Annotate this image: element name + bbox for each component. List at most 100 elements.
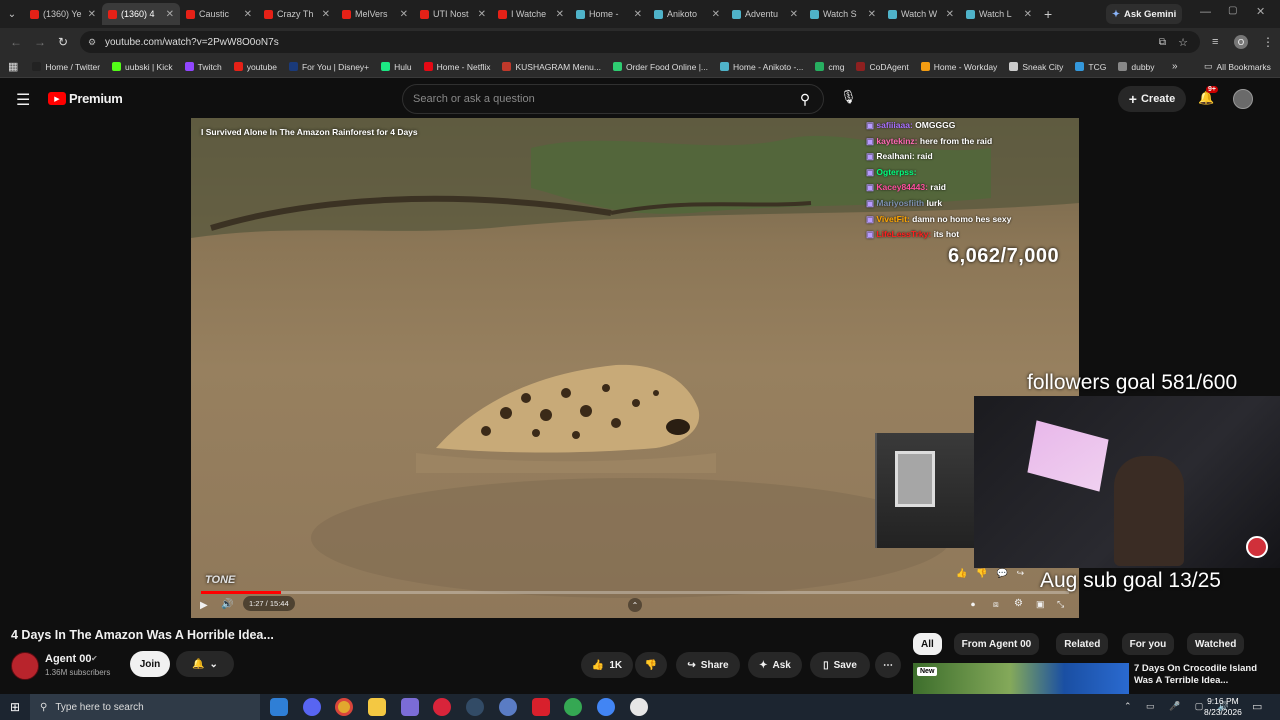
game-app-icon[interactable] xyxy=(401,698,419,716)
ask-button[interactable]: ✦ Ask xyxy=(748,652,802,678)
search-input[interactable]: Search or ask a question ⚲ xyxy=(402,84,824,114)
bookmark-item[interactable]: KUSHAGRAM Menu... xyxy=(502,62,601,72)
recommendation-card[interactable]: New 7 Days On Crocodile Island Was A Ter… xyxy=(913,663,1273,694)
browser-tab[interactable]: I Watche ✕ xyxy=(492,3,570,25)
browser-tab[interactable]: Caustic ✕ xyxy=(180,3,258,25)
file-explorer-icon[interactable] xyxy=(368,698,386,716)
voice-search-mic-icon[interactable]: 🎙 xyxy=(840,89,857,105)
browser-tab[interactable]: Watch L ✕ xyxy=(960,3,1038,25)
browser-tab[interactable]: Crazy Th ✕ xyxy=(258,3,336,25)
reload-icon[interactable]: ↻ xyxy=(58,35,68,49)
like-button[interactable]: 👍 1K xyxy=(581,652,633,678)
adobe-icon[interactable] xyxy=(532,698,550,716)
bookmark-item[interactable]: Sneak City xyxy=(1009,62,1063,72)
join-button[interactable]: Join xyxy=(130,651,170,677)
browser-tab[interactable]: UTI Nost ✕ xyxy=(414,3,492,25)
chrome-icon[interactable] xyxy=(335,698,353,716)
miniplayer-icon[interactable]: ▣ xyxy=(1036,599,1045,610)
more-bookmarks-icon[interactable]: » xyxy=(1172,61,1178,72)
site-info-icon[interactable]: ⚙ xyxy=(88,37,96,48)
tab-close-icon[interactable]: ✕ xyxy=(166,9,174,20)
dislike-button[interactable]: 👎 xyxy=(635,652,667,678)
search-button[interactable]: ⚲ xyxy=(787,85,823,113)
tab-close-icon[interactable]: ✕ xyxy=(634,9,642,20)
notifications-button[interactable]: 🔔 9+ xyxy=(1198,86,1218,106)
back-icon[interactable]: ← xyxy=(10,35,22,49)
steam-icon[interactable] xyxy=(466,698,484,716)
channel-avatar[interactable] xyxy=(11,652,39,680)
task-view-icon[interactable] xyxy=(270,698,288,716)
play-icon[interactable]: ▶ xyxy=(200,600,208,611)
autoplay-toggle-icon[interactable]: ⏺ xyxy=(971,600,975,610)
subtitles-icon[interactable]: ⧈ xyxy=(993,599,999,610)
new-tab-button[interactable]: + xyxy=(1044,6,1052,22)
media-player-icon[interactable] xyxy=(433,698,451,716)
browser-tab[interactable]: (1360) Ye ✕ xyxy=(24,3,102,25)
chrome-alt-icon[interactable] xyxy=(597,698,615,716)
create-button[interactable]: + Create xyxy=(1118,86,1186,112)
browser-tab[interactable]: Anikoto ✕ xyxy=(648,3,726,25)
channel-name[interactable]: Agent 00 xyxy=(45,653,91,665)
windows-start-icon[interactable]: ⊞ xyxy=(10,700,20,714)
bookmark-item[interactable]: Twitch xyxy=(184,62,222,72)
fullscreen-icon[interactable]: ⤡ xyxy=(1057,599,1064,610)
minimize-button[interactable]: — xyxy=(1200,6,1211,18)
tab-close-icon[interactable]: ✕ xyxy=(244,9,252,20)
tab-close-icon[interactable]: ✕ xyxy=(400,9,408,20)
account-avatar[interactable] xyxy=(1233,89,1253,109)
bookmark-item[interactable]: dubby xyxy=(1118,62,1155,72)
inline-like-icon[interactable]: 👍 xyxy=(956,568,967,579)
tab-search-icon[interactable]: ⌄ xyxy=(0,9,24,20)
chrome-profile-icon[interactable] xyxy=(564,698,582,716)
browser-menu-icon[interactable]: ⋮ xyxy=(1262,35,1274,49)
bookmark-item[interactable]: CoDAgent xyxy=(856,62,909,72)
inline-comment-icon[interactable]: 💬 xyxy=(996,568,1007,579)
profile-avatar[interactable]: O xyxy=(1234,35,1248,49)
save-button[interactable]: ▯ Save xyxy=(810,652,870,678)
chip-related[interactable]: Related xyxy=(1056,633,1109,655)
bookmark-item[interactable]: uubski | Kick xyxy=(112,62,173,72)
media-control-icon[interactable]: ≡ xyxy=(1212,36,1218,48)
bookmark-item[interactable]: TCG xyxy=(1075,62,1106,72)
chip-from-agent-00[interactable]: From Agent 00 xyxy=(953,633,1040,655)
bookmark-item[interactable]: Home - Netflix xyxy=(423,62,490,72)
browser-tab[interactable]: Home - ✕ xyxy=(570,3,648,25)
bookmark-item[interactable]: Hulu xyxy=(381,62,412,72)
progress-bar[interactable] xyxy=(201,591,1069,594)
tab-close-icon[interactable]: ✕ xyxy=(790,9,798,20)
forward-icon[interactable]: → xyxy=(34,35,46,49)
clock-app-icon[interactable] xyxy=(630,698,648,716)
taskbar-search-box[interactable]: ⚲ Type here to search xyxy=(30,694,260,720)
bookmark-star-icon[interactable]: ☆ xyxy=(1178,36,1188,49)
bookmark-item[interactable]: Order Food Online |... xyxy=(612,62,708,72)
tab-close-icon[interactable]: ✕ xyxy=(322,9,330,20)
tab-close-icon[interactable]: ✕ xyxy=(1024,9,1032,20)
inline-dislike-icon[interactable]: 👎 xyxy=(976,568,987,579)
browser-tab[interactable]: Watch W ✕ xyxy=(882,3,960,25)
maximize-button[interactable]: ▢ xyxy=(1228,5,1237,16)
settings-gear-icon[interactable]: ⚙ xyxy=(1014,598,1023,609)
browser-tab[interactable]: Watch S ✕ xyxy=(804,3,882,25)
expand-chevron-icon[interactable]: ⌃ xyxy=(628,598,642,612)
notifications-center-icon[interactable]: ▭ xyxy=(1252,700,1262,713)
bookmark-item[interactable]: Home - Workday xyxy=(920,62,997,72)
install-icon[interactable]: ⧉ xyxy=(1159,37,1166,48)
clock[interactable]: 9:16 PM 8/23/2026 xyxy=(1204,696,1242,718)
bookmark-item[interactable]: Home / Twitter xyxy=(32,62,100,72)
bookmark-item[interactable]: Home - Anikoto -... xyxy=(720,62,803,72)
browser-tab[interactable]: MelVers ✕ xyxy=(336,3,414,25)
volume-icon[interactable]: 🔊 xyxy=(221,599,233,610)
bookmark-item[interactable]: cmg xyxy=(815,62,844,72)
url-field[interactable]: ⚙ youtube.com/watch?v=2PwW8O0oN7s ⧉ ☆ xyxy=(80,31,1200,53)
browser-tab[interactable]: Adventu ✕ xyxy=(726,3,804,25)
app-icon[interactable] xyxy=(499,698,517,716)
bookmark-item[interactable]: For You | Disney+ xyxy=(288,62,369,72)
tab-close-icon[interactable]: ✕ xyxy=(946,9,954,20)
youtube-logo[interactable]: ▶ Premium xyxy=(48,91,123,106)
tab-close-icon[interactable]: ✕ xyxy=(712,9,720,20)
all-bookmarks-button[interactable]: ▭ All Bookmarks xyxy=(1204,61,1271,72)
bookmark-item[interactable]: youtube xyxy=(233,62,277,72)
more-actions-button[interactable]: ⋯ xyxy=(875,652,901,678)
close-window-button[interactable]: ✕ xyxy=(1256,5,1265,18)
chip-watched[interactable]: Watched xyxy=(1187,633,1245,655)
